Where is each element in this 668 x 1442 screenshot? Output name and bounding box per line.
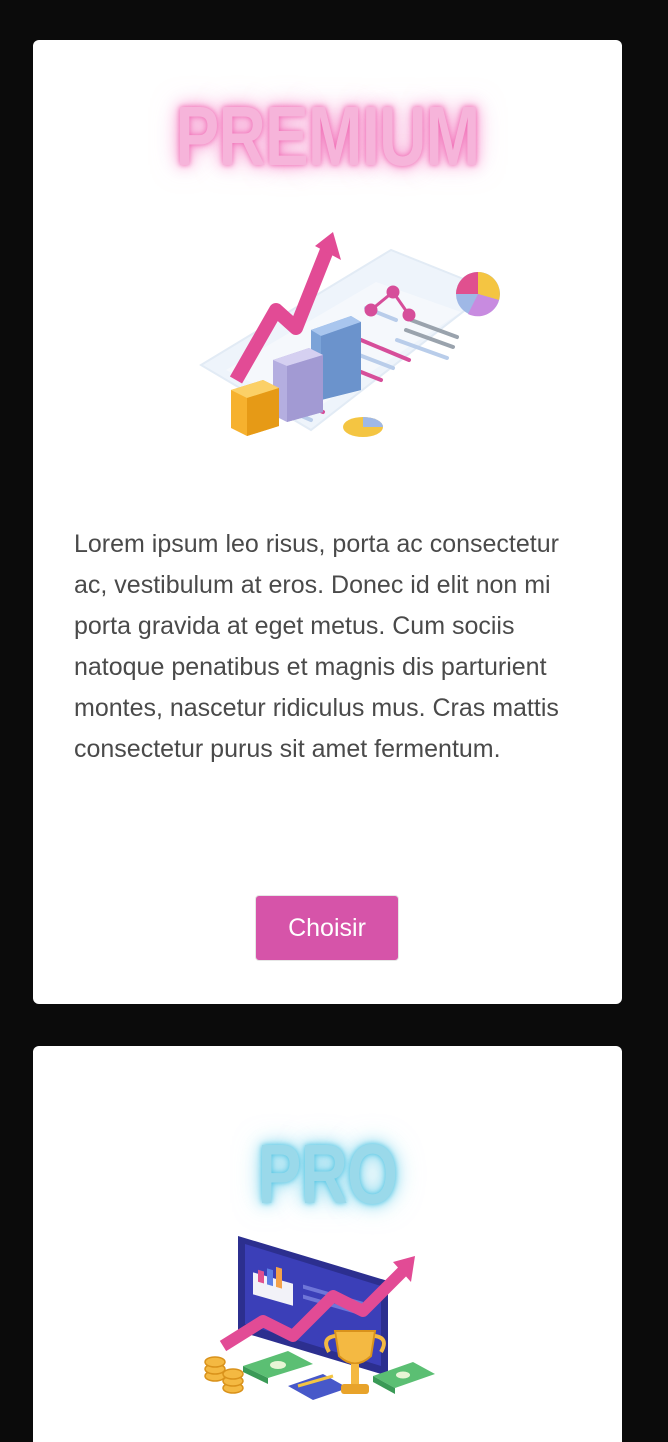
growth-chart-report-illustration — [199, 232, 500, 437]
choose-premium-button[interactable]: Choisir — [255, 895, 399, 961]
pricing-page: PREMIUM Lorem ipsum leo risus, porta ac … — [0, 0, 668, 1442]
plan-title: PREMIUM — [175, 89, 481, 183]
premium-plan-card: PREMIUM Lorem ipsum leo risus, porta ac … — [33, 40, 622, 1004]
pro-plan-card: PRO — [33, 1046, 622, 1442]
plan-description: Lorem ipsum leo risus, porta ac consecte… — [74, 530, 559, 763]
plan-title: PRO — [257, 1127, 398, 1221]
monitor-money-trophy-illustration — [204, 1236, 435, 1400]
